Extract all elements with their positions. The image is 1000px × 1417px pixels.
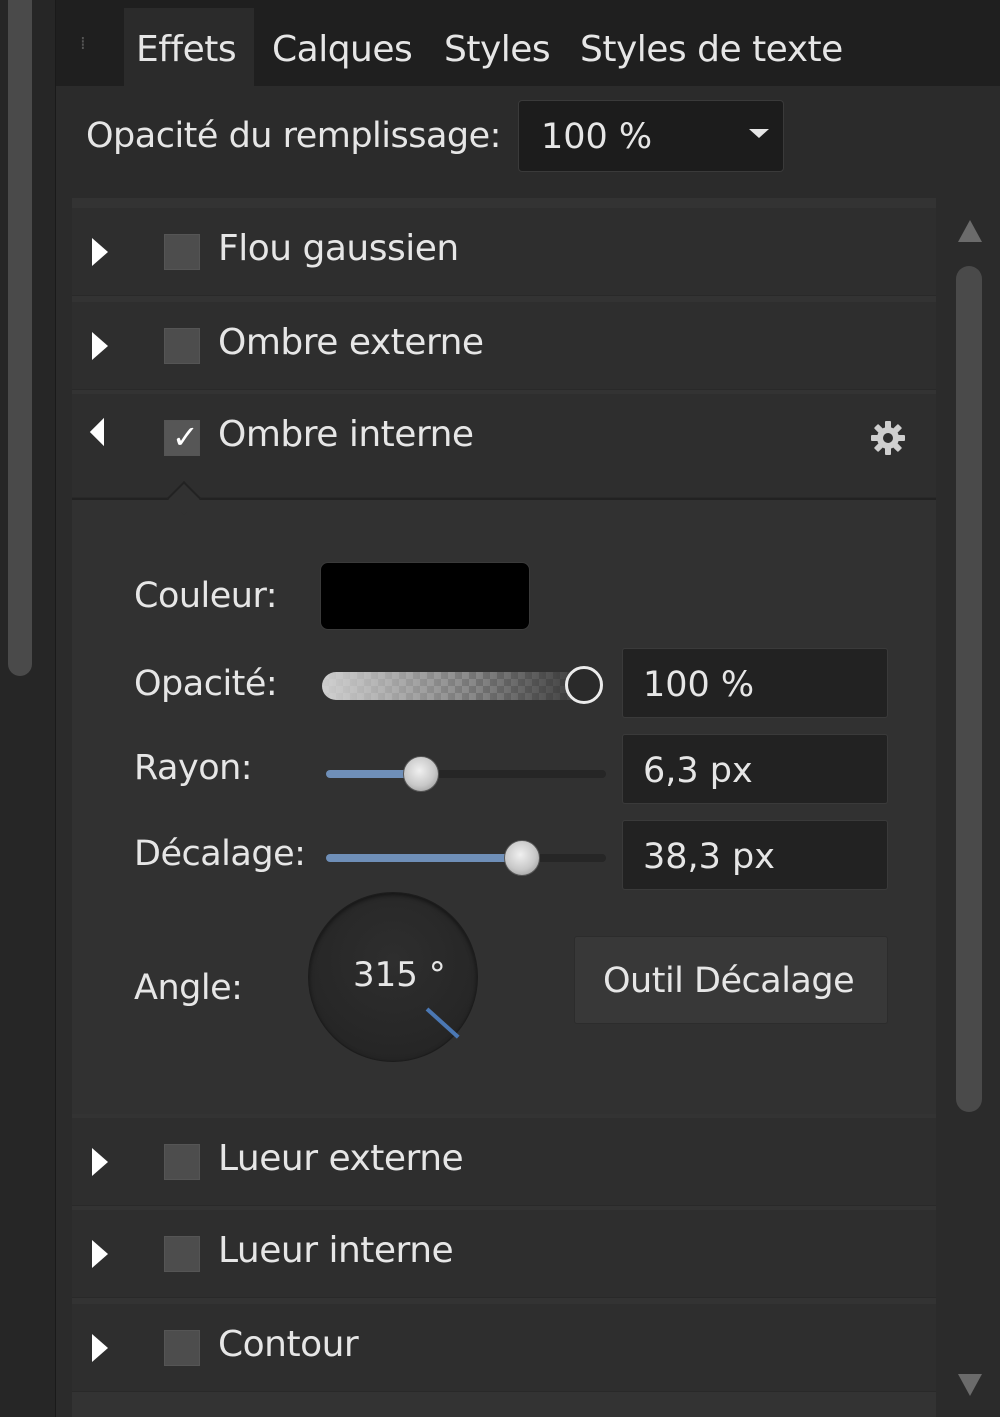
tab-bar: ⁞ Effets Calques Styles Styles de texte (56, 0, 1000, 86)
effect-row-lueur-interne[interactable]: Lueur interne (72, 1210, 936, 1298)
offset-tool-button[interactable]: Outil Décalage (574, 936, 888, 1024)
fill-opacity-value: 100 % (541, 117, 653, 157)
effect-row-lueur-externe[interactable]: Lueur externe (72, 1118, 936, 1206)
expand-triangle-icon[interactable] (92, 332, 108, 360)
offset-label: Décalage: (134, 834, 306, 874)
effect-checkbox[interactable] (164, 1144, 200, 1180)
effect-label: Lueur interne (218, 1230, 454, 1271)
panel-grip-icon[interactable]: ⁞ (80, 34, 96, 54)
tab-styles[interactable]: Styles (432, 8, 556, 86)
outer-scrollbar[interactable] (0, 0, 56, 1417)
opacity-slider[interactable] (322, 672, 602, 700)
radius-input[interactable]: 6,3 px (622, 734, 888, 804)
expand-triangle-icon[interactable] (92, 238, 108, 266)
expand-triangle-icon[interactable] (92, 1240, 108, 1268)
angle-value: 315 ° (353, 955, 446, 995)
offset-slider-handle[interactable] (504, 840, 540, 876)
outer-scrollbar-thumb[interactable] (8, 0, 32, 676)
tab-calques[interactable]: Calques (260, 8, 416, 86)
offset-slider-fill (326, 854, 522, 862)
fill-opacity-row: Opacité du remplissage: 100 % (56, 86, 1000, 196)
color-label: Couleur: (134, 576, 278, 616)
effect-row-ombre-interne[interactable]: ✓ Ombre interne (72, 394, 936, 498)
opacity-value: 100 % (643, 665, 755, 705)
effect-label: Lueur externe (218, 1138, 464, 1179)
effect-row-contour[interactable]: Contour (72, 1304, 936, 1392)
angle-needle (425, 1007, 460, 1039)
effect-checkbox-checked[interactable]: ✓ (164, 418, 200, 456)
effects-scrollbar[interactable] (940, 198, 1000, 1417)
offset-tool-label: Outil Décalage (603, 961, 855, 1001)
effects-scrollbar-thumb[interactable] (956, 266, 982, 1112)
opacity-slider-handle[interactable] (565, 666, 603, 704)
collapse-triangle-icon[interactable] (89, 417, 119, 447)
fill-opacity-label: Opacité du remplissage: (86, 116, 501, 156)
checkmark-icon: ✓ (172, 418, 199, 456)
tab-styles-de-texte[interactable]: Styles de texte (568, 8, 858, 86)
expand-triangle-icon[interactable] (92, 1334, 108, 1362)
scroll-up-arrow-icon[interactable] (958, 220, 982, 242)
inner-shadow-settings: Couleur: Opacité: 100 % Rayon: 6,3 px Dé… (72, 481, 936, 1114)
angle-label: Angle: (134, 968, 243, 1008)
color-swatch[interactable] (320, 562, 530, 630)
effect-checkbox[interactable] (164, 234, 200, 270)
offset-input[interactable]: 38,3 px (622, 820, 888, 890)
radius-label: Rayon: (134, 748, 253, 788)
caret-down-icon (749, 129, 769, 138)
effect-label: Contour (218, 1324, 359, 1365)
radius-slider[interactable] (326, 770, 606, 778)
effect-checkbox[interactable] (164, 1236, 200, 1272)
effect-label: Ombre interne (218, 414, 474, 455)
angle-dial[interactable]: 315 ° (308, 892, 478, 1062)
effect-row-ombre-externe[interactable]: Ombre externe (72, 302, 936, 390)
opacity-label: Opacité: (134, 664, 278, 704)
expand-triangle-icon[interactable] (92, 1148, 108, 1176)
effect-label: Ombre externe (218, 322, 484, 363)
radius-value: 6,3 px (643, 751, 753, 791)
effect-checkbox[interactable] (164, 1330, 200, 1366)
effects-list: Flou gaussien Ombre externe ✓ Ombre inte… (72, 198, 936, 1417)
effect-label: Flou gaussien (218, 228, 459, 269)
radius-slider-handle[interactable] (403, 756, 439, 792)
effect-checkbox[interactable] (164, 328, 200, 364)
effect-row-flou-gaussien[interactable]: Flou gaussien (72, 208, 936, 296)
fill-opacity-dropdown[interactable]: 100 % (518, 100, 784, 172)
scroll-down-arrow-icon[interactable] (958, 1374, 982, 1396)
opacity-input[interactable]: 100 % (622, 648, 888, 718)
offset-value: 38,3 px (643, 837, 775, 877)
offset-slider[interactable] (326, 854, 606, 862)
tab-effets[interactable]: Effets (124, 8, 254, 86)
gear-icon[interactable] (868, 418, 908, 458)
